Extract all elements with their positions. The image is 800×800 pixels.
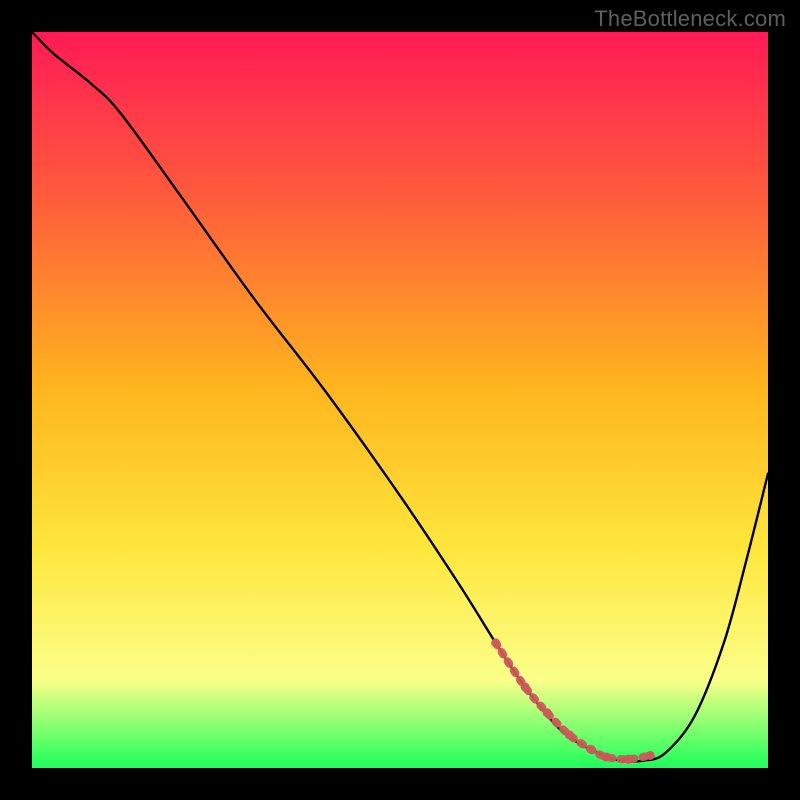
optimal-range-dot — [565, 730, 574, 739]
optimal-range-dot — [521, 683, 530, 692]
optimal-range-dot — [646, 751, 655, 760]
optimal-range-dot — [491, 638, 500, 647]
optimal-range-dot — [543, 708, 552, 717]
chart-svg — [32, 32, 768, 768]
plot-area — [32, 32, 768, 768]
optimal-range-dot — [602, 752, 611, 761]
optimal-range-dot — [624, 755, 633, 764]
chart-frame: TheBottleneck.com — [0, 0, 800, 800]
optimal-range-dot — [587, 745, 596, 754]
brand-label: TheBottleneck.com — [594, 6, 786, 32]
